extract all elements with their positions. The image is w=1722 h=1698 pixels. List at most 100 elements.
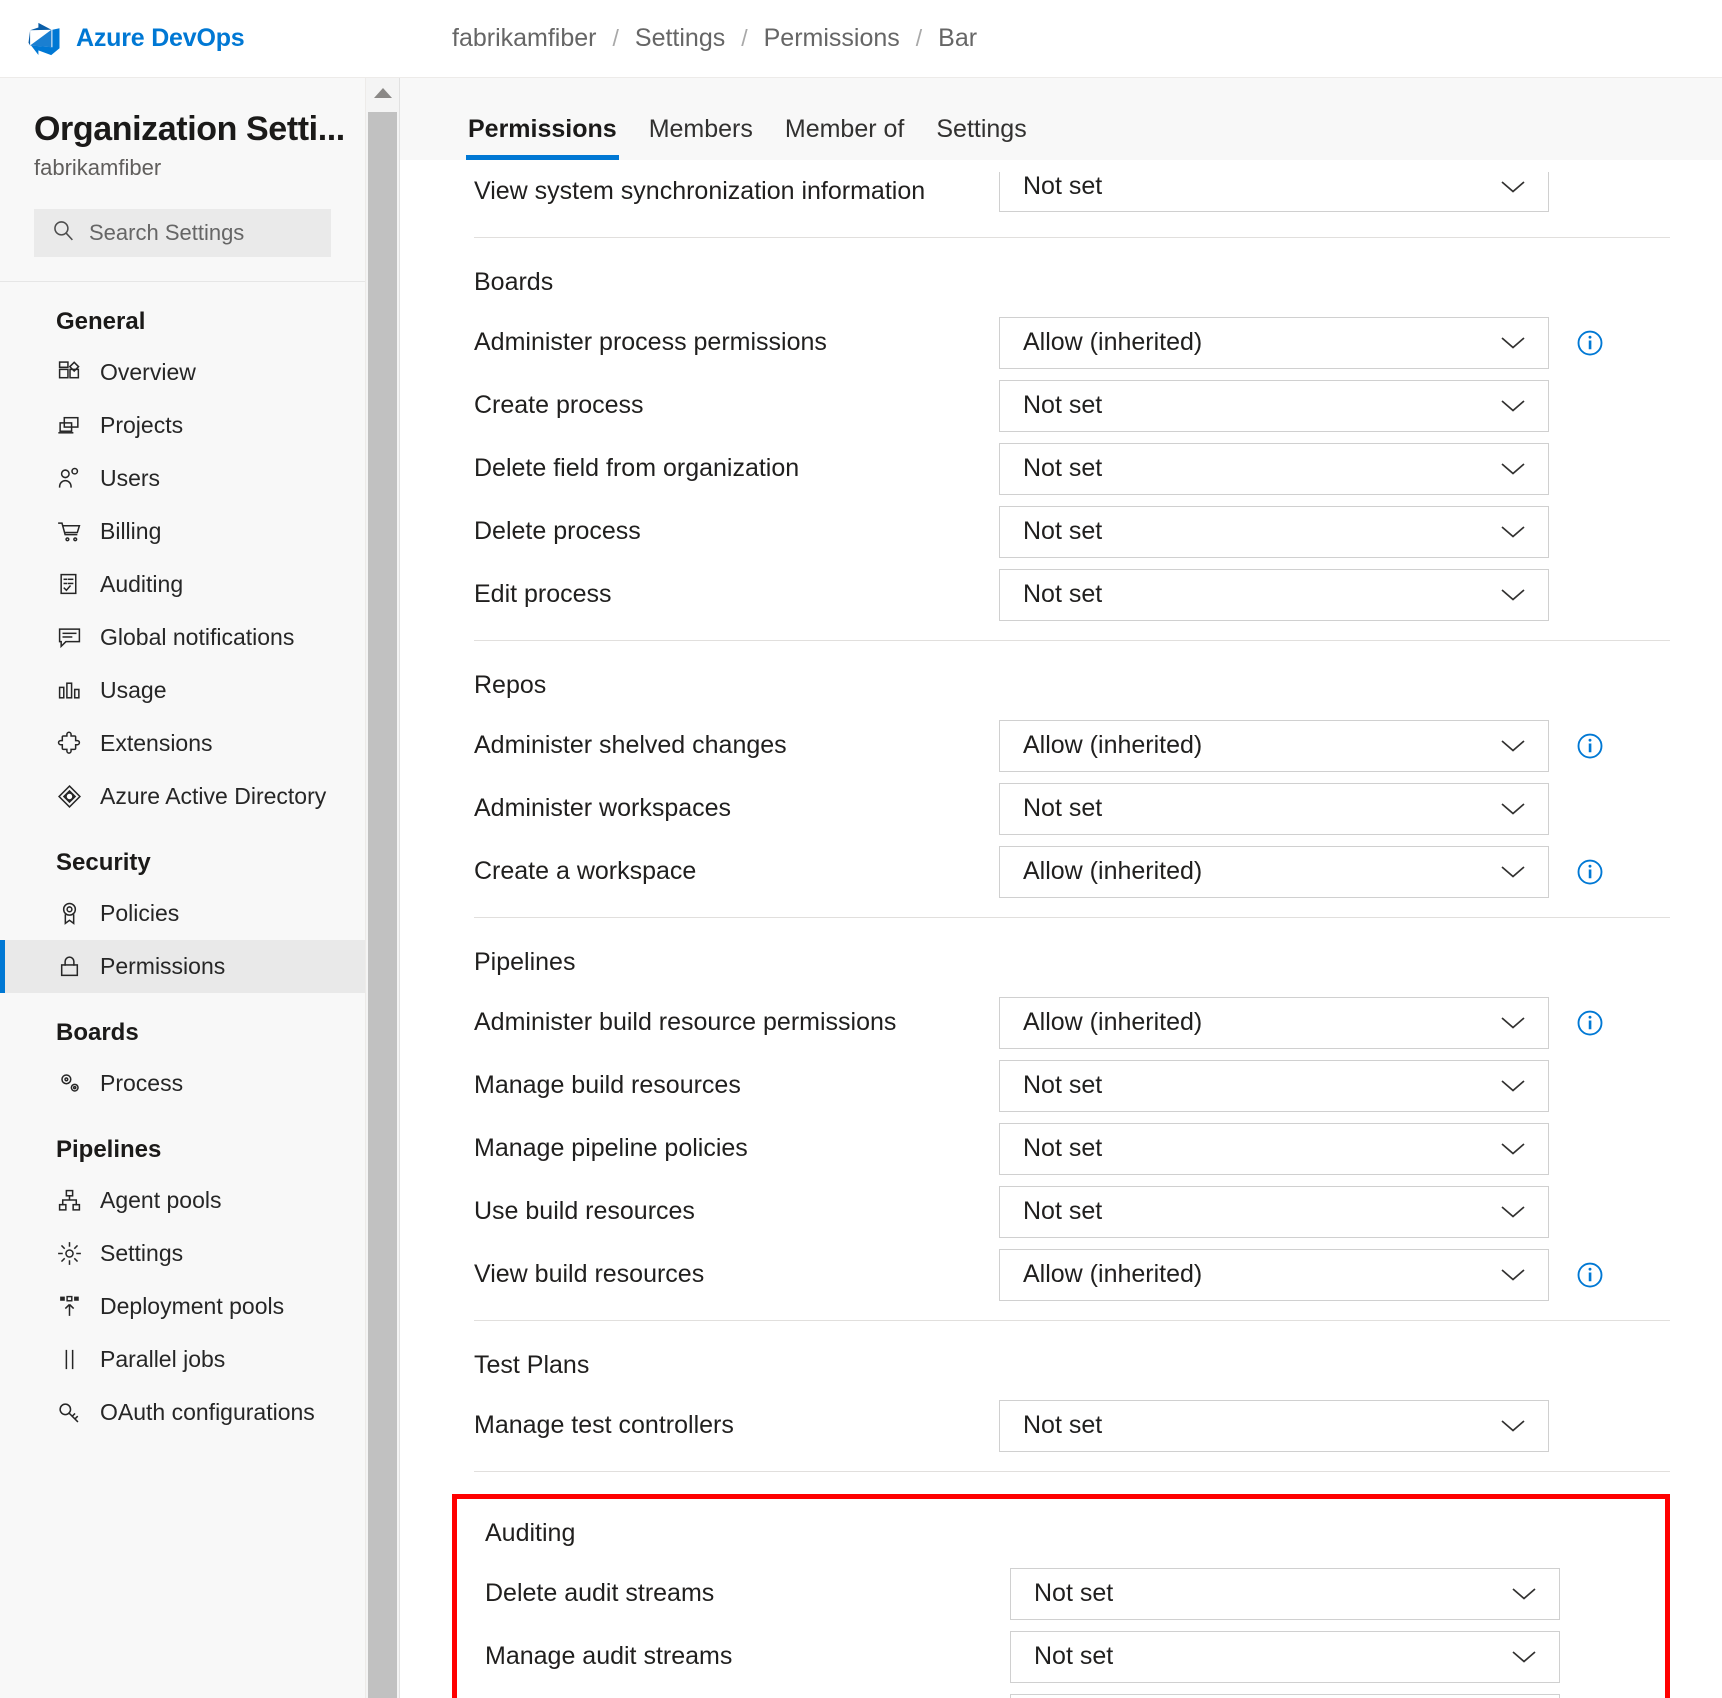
sidebar-item-label: Overview — [100, 359, 196, 386]
breadcrumb-item-permissions[interactable]: Permissions — [750, 24, 914, 53]
permission-value: Not set — [1023, 1134, 1102, 1163]
info-icon[interactable] — [1575, 328, 1605, 358]
auditing-clipboard-icon — [56, 572, 82, 598]
sidebar-item-permissions[interactable]: Permissions — [0, 940, 365, 993]
sidebar-item-global-notifications[interactable]: Global notifications — [0, 611, 365, 664]
permission-value-dropdown[interactable]: Not set — [999, 380, 1549, 432]
breadcrumb-item-group[interactable]: Bar — [924, 24, 991, 53]
sidebar-item-label: Policies — [100, 900, 179, 927]
sidebar-nav: GeneralOverviewProjectsUsersBillingAudit… — [0, 282, 365, 1439]
permission-row: Delete field from organizationNot set — [452, 437, 1670, 500]
sidebar-item-billing[interactable]: Billing — [0, 505, 365, 558]
sidebar-item-label: Users — [100, 465, 160, 492]
sidebar-item-usage[interactable]: Usage — [0, 664, 365, 717]
permission-value: Allow (inherited) — [1023, 857, 1202, 886]
permission-value-dropdown[interactable]: Not set — [999, 506, 1549, 558]
breadcrumb-item-organization[interactable]: fabrikamfiber — [438, 24, 611, 53]
sidebar-item-label: Billing — [100, 518, 161, 545]
info-icon[interactable] — [1575, 731, 1605, 761]
permission-value-dropdown[interactable]: Not set — [999, 1400, 1549, 1452]
search-settings-box[interactable] — [34, 209, 331, 257]
permission-value-dropdown[interactable]: Not set — [1010, 1631, 1560, 1683]
permission-value-dropdown[interactable]: Not set — [1010, 1694, 1560, 1698]
app-shell: Organization Setti... fabrikamfiber Gene… — [0, 78, 1722, 1698]
permission-value: Not set — [1023, 1071, 1102, 1100]
permission-value-dropdown[interactable]: Allow (inherited) — [999, 720, 1549, 772]
permission-value: Allow (inherited) — [1023, 1008, 1202, 1037]
sidebar-item-label: Auditing — [100, 571, 183, 598]
permissions-scroll-area[interactable]: View system synchronization informationN… — [400, 160, 1722, 1698]
sidebar-item-oauth-configurations[interactable]: OAuth configurations — [0, 1386, 365, 1439]
sidebar-item-projects[interactable]: Projects — [0, 399, 365, 452]
permission-label: Administer shelved changes — [474, 731, 999, 760]
tab-permissions[interactable]: Permissions — [452, 115, 633, 160]
sidebar-item-deployment-pools[interactable]: Deployment pools — [0, 1280, 365, 1333]
sidebar-item-parallel-jobs[interactable]: Parallel jobs — [0, 1333, 365, 1386]
search-input[interactable] — [89, 220, 314, 246]
chevron-down-icon — [1500, 517, 1526, 546]
permission-section-title: Boards — [452, 238, 1670, 311]
permission-value-dropdown[interactable]: Not set — [999, 172, 1549, 212]
permission-value: Not set — [1023, 1411, 1102, 1440]
brand[interactable]: Azure DevOps — [0, 20, 404, 58]
permission-value-dropdown[interactable]: Not set — [999, 783, 1549, 835]
notifications-comment-icon — [56, 625, 82, 651]
sidebar-item-label: OAuth configurations — [100, 1399, 315, 1426]
sidebar-item-label: Deployment pools — [100, 1293, 284, 1320]
sidebar-item-agent-pools[interactable]: Agent pools — [0, 1174, 365, 1227]
sidebar-item-auditing[interactable]: Auditing — [0, 558, 365, 611]
extensions-puzzle-icon — [56, 731, 82, 757]
gear-icon — [56, 1241, 82, 1267]
permission-label: Create process — [474, 391, 999, 420]
info-icon[interactable] — [1575, 1260, 1605, 1290]
lock-icon — [56, 954, 82, 980]
tab-member-of[interactable]: Member of — [769, 115, 920, 160]
chevron-down-icon — [1500, 328, 1526, 357]
sidebar-item-users[interactable]: Users — [0, 452, 365, 505]
permission-value-dropdown[interactable]: Allow (inherited) — [999, 997, 1549, 1049]
permissions-list: View system synchronization informationN… — [400, 160, 1722, 1698]
sidebar-item-extensions[interactable]: Extensions — [0, 717, 365, 770]
chevron-down-icon — [1500, 857, 1526, 886]
scroll-up-arrow-icon[interactable] — [366, 78, 399, 108]
permission-value: Not set — [1034, 1579, 1113, 1608]
permission-value: Not set — [1034, 1642, 1113, 1671]
permission-label: Edit process — [474, 580, 999, 609]
scrollbar-thumb[interactable] — [368, 112, 397, 1698]
brand-name: Azure DevOps — [76, 24, 245, 53]
permission-value-dropdown[interactable]: Not set — [999, 569, 1549, 621]
search-icon — [51, 218, 76, 248]
sidebar-item-label: Process — [100, 1070, 183, 1097]
sidebar-item-policies[interactable]: Policies — [0, 887, 365, 940]
permission-value-dropdown[interactable]: Not set — [999, 443, 1549, 495]
chevron-down-icon — [1500, 580, 1526, 609]
permission-value-dropdown[interactable]: Not set — [999, 1186, 1549, 1238]
policies-ribbon-icon — [56, 901, 82, 927]
sidebar-item-overview[interactable]: Overview — [0, 346, 365, 399]
permission-row: Administer build resource permissionsAll… — [452, 991, 1670, 1054]
tab-members[interactable]: Members — [633, 115, 769, 160]
permission-value-dropdown[interactable]: Allow (inherited) — [999, 846, 1549, 898]
sidebar-group-title-boards: Boards — [0, 993, 365, 1057]
tab-settings[interactable]: Settings — [920, 115, 1042, 160]
sidebar-item-settings[interactable]: Settings — [0, 1227, 365, 1280]
permission-value-dropdown[interactable]: Not set — [999, 1123, 1549, 1175]
permission-value: Not set — [1023, 580, 1102, 609]
info-icon[interactable] — [1575, 857, 1605, 887]
permission-row: View audit logNot set — [463, 1688, 1649, 1698]
breadcrumb: fabrikamfiber / Settings / Permissions /… — [404, 24, 991, 53]
sidebar-item-label: Parallel jobs — [100, 1346, 225, 1373]
permission-value-dropdown[interactable]: Allow (inherited) — [999, 1249, 1549, 1301]
content-scrollbar[interactable] — [366, 78, 400, 1698]
sidebar-item-azure-active-directory[interactable]: Azure Active Directory — [0, 770, 365, 823]
permission-value-dropdown[interactable]: Allow (inherited) — [999, 317, 1549, 369]
permission-label: Manage audit streams — [485, 1642, 1010, 1671]
oauth-key-icon — [56, 1400, 82, 1426]
sidebar-item-process[interactable]: Process — [0, 1057, 365, 1110]
permission-row: Edit process Not set — [452, 563, 1670, 626]
breadcrumb-item-settings[interactable]: Settings — [621, 24, 739, 53]
permission-value-dropdown[interactable]: Not set — [1010, 1568, 1560, 1620]
permission-value-dropdown[interactable]: Not set — [999, 1060, 1549, 1112]
chevron-down-icon — [1500, 1411, 1526, 1440]
info-icon[interactable] — [1575, 1008, 1605, 1038]
